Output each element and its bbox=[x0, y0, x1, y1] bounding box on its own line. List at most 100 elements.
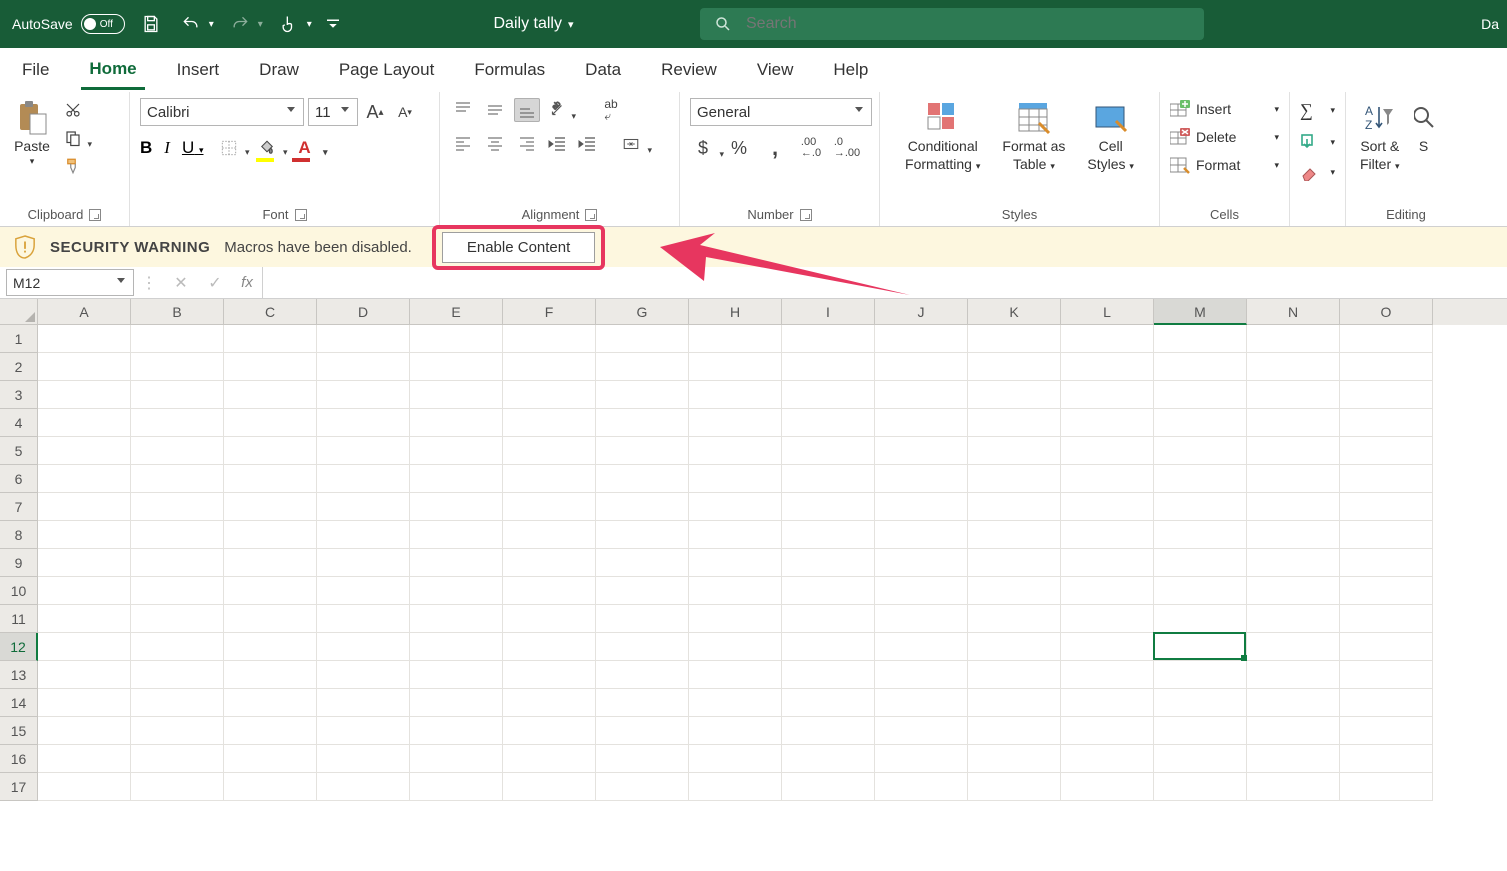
cell[interactable] bbox=[1247, 465, 1340, 493]
cell[interactable] bbox=[503, 325, 596, 353]
cell[interactable] bbox=[1061, 493, 1154, 521]
cell[interactable] bbox=[1154, 353, 1247, 381]
row-header[interactable]: 10 bbox=[0, 577, 38, 605]
cell[interactable] bbox=[38, 353, 131, 381]
cell[interactable] bbox=[596, 661, 689, 689]
cell[interactable] bbox=[131, 353, 224, 381]
row-header[interactable]: 11 bbox=[0, 605, 38, 633]
cell[interactable] bbox=[596, 325, 689, 353]
touch-chevron-icon[interactable]: ▾ bbox=[307, 19, 312, 30]
select-all-corner[interactable] bbox=[0, 299, 38, 325]
cell[interactable] bbox=[782, 549, 875, 577]
cell[interactable] bbox=[410, 745, 503, 773]
cell[interactable] bbox=[131, 549, 224, 577]
cell[interactable] bbox=[782, 493, 875, 521]
cell[interactable] bbox=[131, 773, 224, 801]
cell[interactable] bbox=[1154, 605, 1247, 633]
cell[interactable] bbox=[1154, 465, 1247, 493]
cell[interactable] bbox=[317, 577, 410, 605]
cell[interactable] bbox=[224, 689, 317, 717]
cell[interactable] bbox=[317, 689, 410, 717]
document-title[interactable]: Daily tally ▾ bbox=[494, 15, 574, 33]
column-header[interactable]: O bbox=[1340, 299, 1433, 325]
font-dialog-launcher[interactable] bbox=[295, 209, 307, 221]
decrease-indent-icon[interactable] bbox=[544, 132, 570, 156]
format-as-table-button[interactable]: Format as Table ▾ bbox=[998, 98, 1069, 174]
font-color-icon[interactable]: A▾ bbox=[292, 136, 318, 160]
cell[interactable] bbox=[131, 465, 224, 493]
cell[interactable] bbox=[317, 353, 410, 381]
cell[interactable] bbox=[596, 437, 689, 465]
cell[interactable] bbox=[596, 577, 689, 605]
tab-review[interactable]: Review bbox=[653, 52, 725, 88]
cell[interactable] bbox=[317, 717, 410, 745]
cell[interactable] bbox=[782, 437, 875, 465]
cell[interactable] bbox=[503, 605, 596, 633]
cell[interactable] bbox=[596, 381, 689, 409]
cell[interactable] bbox=[131, 521, 224, 549]
cell[interactable] bbox=[689, 325, 782, 353]
cell[interactable] bbox=[1247, 605, 1340, 633]
cell[interactable] bbox=[38, 493, 131, 521]
column-header[interactable]: N bbox=[1247, 299, 1340, 325]
cell[interactable] bbox=[689, 745, 782, 773]
insert-cells-button[interactable]: Insert▾ bbox=[1170, 98, 1279, 120]
tab-formulas[interactable]: Formulas bbox=[466, 52, 553, 88]
cell[interactable] bbox=[38, 661, 131, 689]
cell[interactable] bbox=[317, 745, 410, 773]
enter-formula-icon[interactable]: ✓ bbox=[198, 267, 232, 298]
cell[interactable] bbox=[224, 493, 317, 521]
merge-center-icon[interactable]: ▾ bbox=[618, 132, 644, 156]
cell[interactable] bbox=[1247, 773, 1340, 801]
cell[interactable] bbox=[1061, 661, 1154, 689]
cell[interactable] bbox=[410, 409, 503, 437]
cell[interactable] bbox=[410, 353, 503, 381]
cell[interactable] bbox=[875, 437, 968, 465]
cell[interactable] bbox=[782, 773, 875, 801]
autosum-button[interactable]: ∑▾ bbox=[1300, 98, 1335, 123]
cell[interactable] bbox=[410, 633, 503, 661]
increase-decimal-icon[interactable]: .00←.0 bbox=[798, 136, 824, 160]
customize-qat-icon[interactable] bbox=[324, 10, 342, 38]
cell[interactable] bbox=[410, 661, 503, 689]
cell[interactable] bbox=[38, 437, 131, 465]
cell[interactable] bbox=[1061, 577, 1154, 605]
column-header[interactable]: F bbox=[503, 299, 596, 325]
cell[interactable] bbox=[1247, 717, 1340, 745]
cell[interactable] bbox=[1340, 773, 1433, 801]
row-header[interactable]: 6 bbox=[0, 465, 38, 493]
fx-icon[interactable]: fx bbox=[232, 267, 262, 298]
row-header[interactable]: 7 bbox=[0, 493, 38, 521]
cell[interactable] bbox=[968, 493, 1061, 521]
cell[interactable] bbox=[782, 689, 875, 717]
tab-file[interactable]: File bbox=[14, 52, 57, 88]
cell[interactable] bbox=[224, 773, 317, 801]
cell[interactable] bbox=[410, 689, 503, 717]
tab-insert[interactable]: Insert bbox=[169, 52, 228, 88]
cell[interactable] bbox=[1247, 577, 1340, 605]
cell[interactable] bbox=[1061, 465, 1154, 493]
cell[interactable] bbox=[875, 661, 968, 689]
worksheet-grid[interactable]: ABCDEFGHIJKLMNO 123456789101112131415161… bbox=[0, 299, 1507, 801]
number-dialog-launcher[interactable] bbox=[800, 209, 812, 221]
cell[interactable] bbox=[875, 549, 968, 577]
cell[interactable] bbox=[1247, 689, 1340, 717]
cell[interactable] bbox=[38, 689, 131, 717]
cell[interactable] bbox=[968, 549, 1061, 577]
cell[interactable] bbox=[1061, 745, 1154, 773]
undo-chevron-icon[interactable]: ▾ bbox=[209, 19, 214, 30]
row-header[interactable]: 17 bbox=[0, 773, 38, 801]
align-left-icon[interactable] bbox=[450, 132, 476, 156]
cell[interactable] bbox=[596, 717, 689, 745]
cell[interactable] bbox=[503, 661, 596, 689]
cell[interactable] bbox=[968, 745, 1061, 773]
cell[interactable] bbox=[38, 633, 131, 661]
cell[interactable] bbox=[1061, 521, 1154, 549]
cell[interactable] bbox=[1340, 549, 1433, 577]
cell[interactable] bbox=[1061, 549, 1154, 577]
cell[interactable] bbox=[38, 577, 131, 605]
cell[interactable] bbox=[224, 549, 317, 577]
cell[interactable] bbox=[689, 717, 782, 745]
cell[interactable] bbox=[689, 633, 782, 661]
cell[interactable] bbox=[317, 437, 410, 465]
